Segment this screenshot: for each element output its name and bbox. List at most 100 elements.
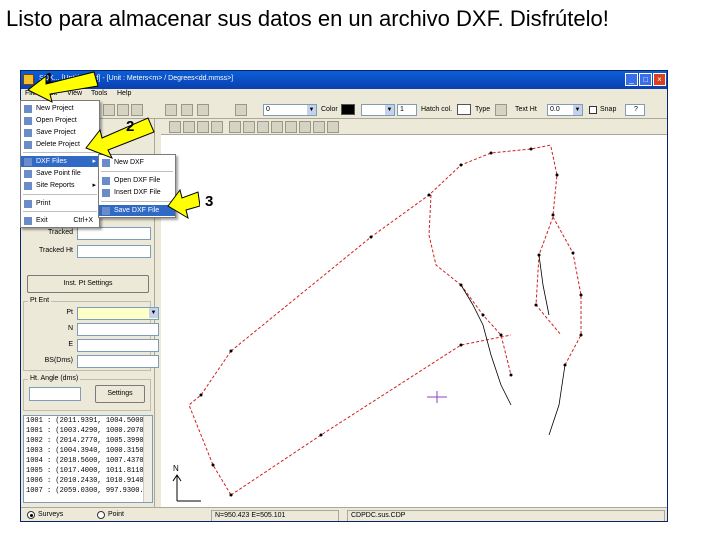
survey-point (489, 151, 493, 155)
callout-number-1: 1 (45, 70, 54, 87)
survey-point (537, 253, 541, 257)
list-item[interactable]: 1001 : (1003.4290, 1000.2070.0 (24, 426, 152, 436)
n-input[interactable] (77, 323, 159, 336)
traverse-line-3 (550, 146, 558, 216)
close-button[interactable]: × (653, 73, 666, 86)
layer-select[interactable]: 0 ▼ (263, 104, 317, 116)
line-icon[interactable] (229, 121, 241, 133)
list-item[interactable]: 1005 : (1017.4000, 1011.8110.0 (24, 466, 152, 476)
circle-icon[interactable] (271, 121, 283, 133)
text-icon[interactable] (285, 121, 297, 133)
traverse-line-6 (230, 334, 512, 496)
hatch-color-swatch[interactable] (457, 104, 471, 115)
survey-point (563, 363, 567, 367)
callout-number-2: 2 (126, 118, 135, 135)
text-height-select[interactable]: 0.0 ▼ (547, 104, 583, 116)
survey-point (571, 251, 575, 255)
pt-select[interactable]: ▼ (77, 307, 159, 320)
e-input[interactable] (77, 339, 159, 352)
chevron-down-icon: ▼ (149, 308, 158, 318)
survey-point (211, 463, 215, 467)
erase-icon[interactable] (327, 121, 339, 133)
angle-input[interactable] (29, 387, 81, 401)
radio-point-label: Point (108, 511, 124, 518)
help-button[interactable]: ? (625, 104, 645, 116)
survey-point (534, 303, 538, 307)
text-height-label: Text Ht (515, 106, 537, 113)
survey-drawing: N (172, 144, 583, 502)
bs-label: BS(Dms) (44, 357, 73, 364)
layers-icon[interactable] (211, 121, 223, 133)
drawing-canvas[interactable]: N (161, 135, 667, 507)
list-scrollbar[interactable] (143, 416, 152, 502)
line-weight-select[interactable]: 1 (397, 104, 417, 116)
type-icon[interactable] (495, 104, 507, 116)
settings-button[interactable]: Settings (95, 385, 145, 403)
maximize-button[interactable]: □ (639, 73, 652, 86)
boundary-line-3 (548, 364, 566, 436)
list-item[interactable]: 1002 : (2014.2770, 1005.3990.0 (24, 436, 152, 446)
help-icon: ? (634, 106, 638, 113)
tracked-ht-input[interactable] (77, 245, 151, 258)
point-icon[interactable] (299, 121, 311, 133)
survey-point (199, 393, 203, 397)
survey-point (319, 433, 323, 437)
point-entry-title: Pt Ent (28, 297, 52, 304)
traverse-line-7 (460, 284, 512, 376)
draw-toolbar (161, 119, 667, 135)
survey-point (499, 333, 503, 337)
traverse-line-8 (535, 216, 562, 336)
radio-point[interactable] (97, 511, 105, 519)
polyline-icon[interactable] (243, 121, 255, 133)
survey-point (459, 163, 463, 167)
cursor-marker (427, 391, 447, 403)
tracked-label: Tracked (47, 229, 73, 236)
callout-arrow-2 (85, 117, 155, 159)
layer-icon[interactable] (235, 104, 247, 116)
line-weight-value: 1 (400, 106, 404, 113)
list-item[interactable]: 1007 : (2059.0300, 997.9300.0 (24, 486, 152, 496)
list-item[interactable]: 1006 : (2010.2430, 1010.9140.0 (24, 476, 152, 486)
survey-point (427, 193, 431, 197)
coordinate-readout: N=950.423 E=505.101 (211, 510, 339, 521)
survey-point (509, 373, 513, 377)
angle-title: Ht. Angle (dms) (28, 375, 81, 382)
traverse-line-5 (188, 350, 232, 496)
survey-point (459, 343, 463, 347)
radio-surveys-label: Surveys (38, 511, 64, 518)
snap-checkbox[interactable] (589, 106, 597, 114)
install-settings-button[interactable]: Inst. Pt Settings (27, 275, 149, 293)
traverse-line-4 (552, 216, 582, 366)
tracked-input[interactable] (77, 227, 151, 240)
minimize-button[interactable]: _ (625, 73, 638, 86)
point-list[interactable]: 1001 : (2011.9391, 1004.5000.1 1001 : (1… (23, 415, 153, 503)
list-item[interactable]: 1001 : (2011.9391, 1004.5000.1 (24, 416, 152, 426)
boundary-line-1 (460, 284, 512, 406)
callout-arrow-1 (27, 71, 99, 103)
list-item[interactable]: 1004 : (2018.5600, 1007.4370.0 (24, 456, 152, 466)
line-style-select[interactable]: ▼ (361, 104, 395, 116)
text-height-value: 0.0 (550, 106, 560, 113)
type-label: Type (475, 106, 491, 113)
survey-point (481, 313, 485, 317)
bs-input[interactable] (77, 355, 159, 368)
boundary-line-2 (538, 254, 550, 316)
list-item[interactable]: 1003 : (1004.3940, 1000.3150.0 (24, 446, 152, 456)
traverse-line-1 (230, 144, 552, 352)
radio-surveys[interactable] (27, 511, 35, 519)
tracked-ht-label: Tracked Ht (39, 247, 73, 254)
survey-point (369, 235, 373, 239)
north-arrow (172, 474, 201, 502)
e-label: E (68, 341, 73, 348)
snap-label: Snap (600, 106, 617, 113)
callout-number-3: 3 (205, 193, 214, 210)
color-swatch[interactable] (341, 104, 355, 115)
n-label: N (67, 325, 73, 332)
survey-point (579, 293, 583, 297)
color-label: Color (321, 106, 338, 113)
survey-point (555, 173, 559, 177)
hatch-icon[interactable] (313, 121, 325, 133)
chevron-down-icon: ▼ (385, 105, 394, 115)
arc-icon[interactable] (257, 121, 269, 133)
survey-point (579, 333, 583, 337)
